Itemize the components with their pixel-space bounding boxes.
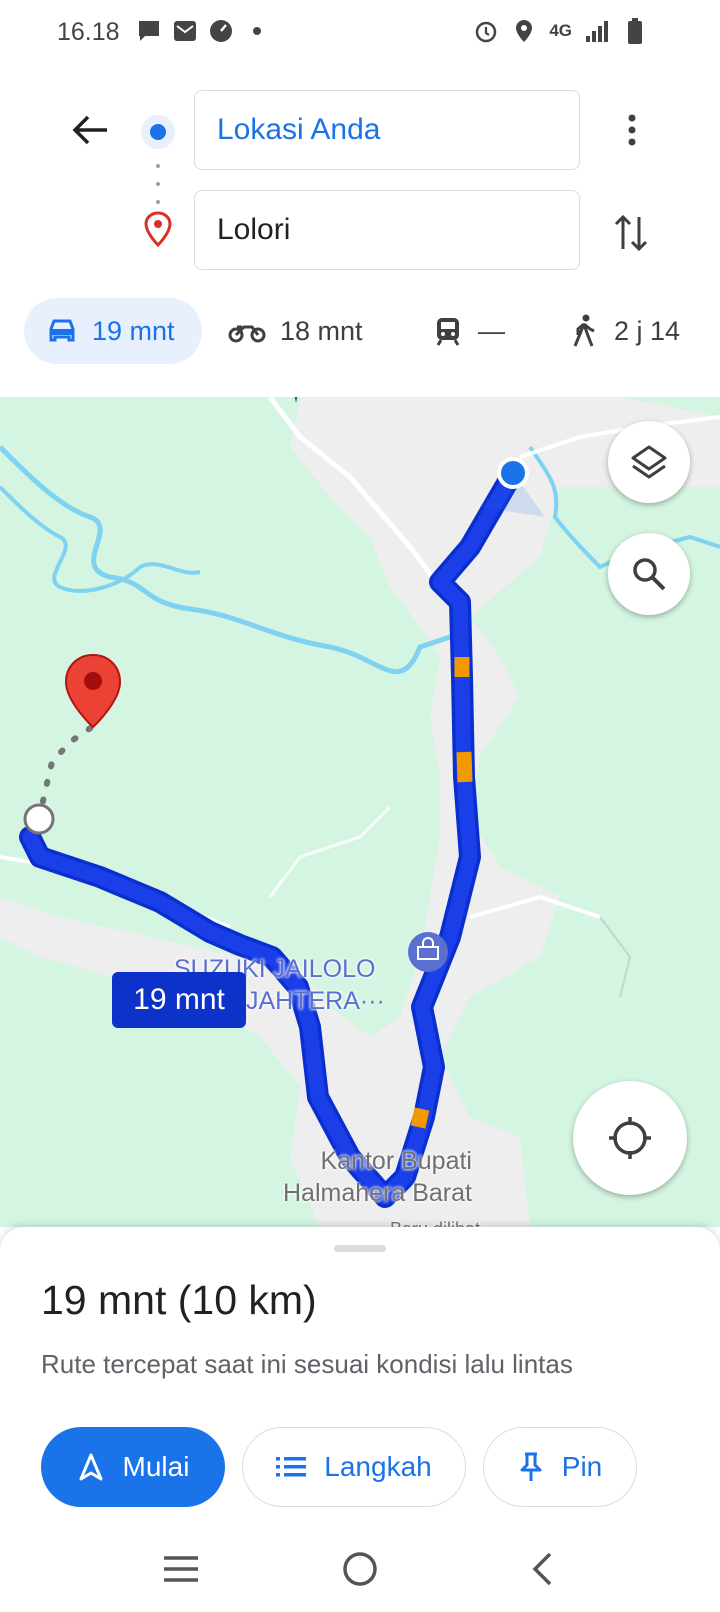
back-arrow-icon bbox=[72, 115, 107, 145]
layers-icon bbox=[631, 445, 667, 479]
more-options-button[interactable] bbox=[610, 108, 654, 152]
network-label: 4G bbox=[549, 21, 572, 40]
poi-kantor-label[interactable]: Kantor Bupati Halmahera Barat bbox=[283, 1145, 472, 1209]
steps-button[interactable]: Langkah bbox=[242, 1427, 466, 1507]
mode-motorcycle-label: 18 mnt bbox=[280, 315, 363, 346]
navigation-arrow-icon bbox=[79, 1453, 103, 1481]
origin-field[interactable]: Lokasi Anda bbox=[194, 90, 580, 170]
pushpin-icon bbox=[520, 1452, 542, 1481]
home-button[interactable] bbox=[336, 1545, 384, 1593]
pin-label: Pin bbox=[561, 1451, 603, 1482]
list-icon bbox=[276, 1457, 307, 1477]
destination-field[interactable]: Lolori bbox=[194, 190, 580, 270]
travel-modes: 19 mnt 18 mnt — 2 j 14 bbox=[0, 298, 720, 366]
recently-viewed-label: Baru dilihat bbox=[390, 1213, 480, 1227]
signal-icon bbox=[584, 18, 610, 44]
mode-walk[interactable]: 2 j 14 bbox=[568, 298, 680, 364]
search-icon bbox=[633, 558, 666, 591]
chat-icon bbox=[136, 18, 162, 44]
more-vert-icon bbox=[628, 114, 636, 146]
route-connector bbox=[156, 164, 160, 204]
car-icon bbox=[46, 315, 78, 347]
sheet-drag-handle[interactable] bbox=[334, 1245, 386, 1252]
system-nav-bar bbox=[0, 1527, 720, 1612]
recent-apps-button[interactable] bbox=[157, 1545, 205, 1593]
location-icon bbox=[511, 18, 537, 44]
mode-walk-label: 2 j 14 bbox=[614, 315, 681, 346]
mode-car[interactable]: 19 mnt bbox=[24, 298, 202, 364]
destination-pin-icon bbox=[143, 211, 173, 248]
layers-button[interactable] bbox=[608, 421, 690, 503]
mail-icon bbox=[172, 18, 198, 44]
gauge-icon bbox=[208, 18, 234, 44]
swap-vert-icon bbox=[614, 214, 648, 252]
mode-transit-label: — bbox=[478, 315, 505, 346]
train-icon bbox=[432, 315, 464, 347]
back-button[interactable] bbox=[68, 108, 112, 152]
route-summary-subtitle: Rute tercepat saat ini sesuai kondisi la… bbox=[41, 1349, 573, 1379]
home-circle-icon bbox=[343, 1552, 377, 1586]
steps-label: Langkah bbox=[324, 1451, 432, 1482]
my-location-button[interactable] bbox=[573, 1081, 687, 1195]
walk-icon bbox=[568, 314, 600, 347]
mode-motorcycle[interactable]: 18 mnt bbox=[228, 298, 363, 364]
recent-apps-icon bbox=[164, 1556, 198, 1582]
directions-header: Lokasi Anda Lolori 19 mnt 18 mnt — 2 j 1… bbox=[0, 68, 720, 397]
start-button[interactable]: Mulai bbox=[41, 1427, 225, 1507]
dot-icon bbox=[244, 18, 270, 44]
system-back-button[interactable] bbox=[518, 1545, 566, 1593]
swap-button[interactable] bbox=[606, 208, 656, 258]
battery-icon bbox=[622, 18, 648, 44]
map-view[interactable]: SUZUKI JAILOLO JAHTERA··· 19 mnt Kantor … bbox=[0, 397, 720, 1227]
mode-transit[interactable]: — bbox=[432, 298, 505, 364]
origin-dot-icon bbox=[141, 115, 175, 149]
route-summary-title: 19 mnt (10 km) bbox=[41, 1277, 317, 1323]
alarm-icon bbox=[473, 18, 499, 44]
start-label: Mulai bbox=[122, 1451, 190, 1482]
status-bar: 16.18 4G bbox=[0, 0, 720, 68]
search-along-route-button[interactable] bbox=[608, 533, 690, 615]
pin-button[interactable]: Pin bbox=[483, 1427, 637, 1507]
route-time-chip[interactable]: 19 mnt bbox=[112, 972, 246, 1028]
motorcycle-icon bbox=[228, 315, 266, 347]
status-time: 16.18 bbox=[57, 18, 120, 46]
chevron-left-icon bbox=[532, 1552, 552, 1586]
my-location-icon bbox=[609, 1117, 651, 1159]
mode-car-label: 19 mnt bbox=[92, 315, 175, 346]
